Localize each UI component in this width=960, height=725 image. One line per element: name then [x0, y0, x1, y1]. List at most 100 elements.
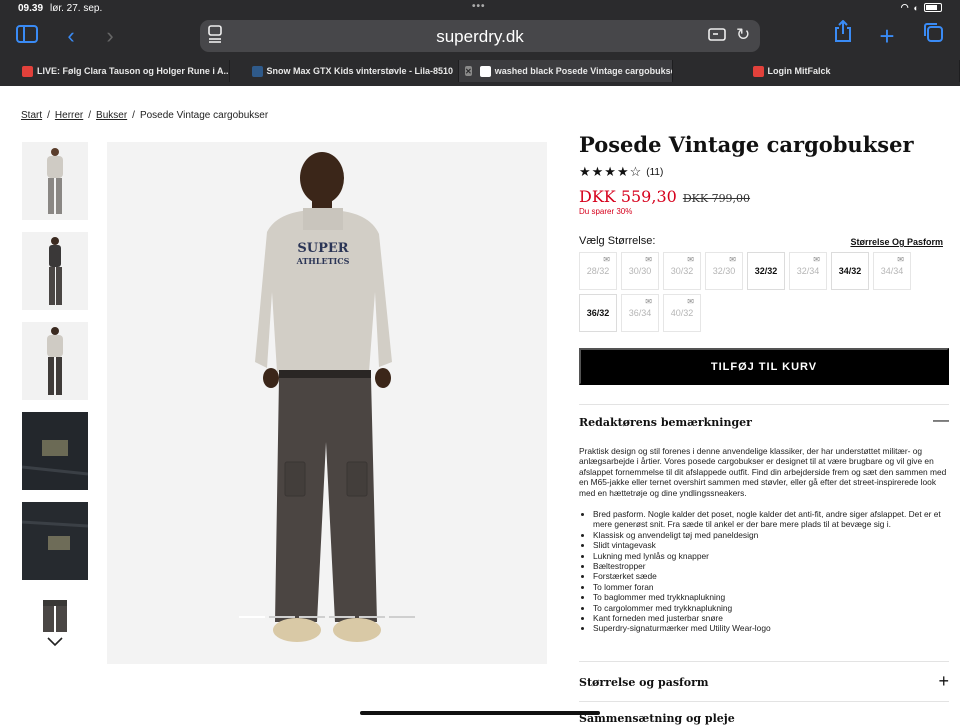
tabs-overview-icon[interactable] [918, 18, 948, 54]
size-option-label: 30/32 [671, 266, 694, 276]
tab-live-tennis[interactable]: LIVE: Følg Clara Tauson og Holger Rune i… [0, 60, 230, 82]
size-option[interactable]: 36/32 [579, 294, 617, 332]
expand-icon[interactable]: + [938, 671, 949, 692]
editor-notes-heading[interactable]: Redaktørens bemærkninger [579, 416, 752, 429]
product-main-image[interactable]: SUPER ATHLETICS [107, 142, 547, 664]
mail-icon: ✉ [645, 297, 652, 306]
size-option-label: 28/32 [587, 266, 610, 276]
size-option-label: 30/30 [629, 266, 652, 276]
feature-item: Bæltestropper [593, 561, 949, 571]
divider [579, 404, 949, 405]
reload-icon[interactable]: ↻ [736, 25, 750, 45]
size-guide-link[interactable]: Størrelse Og Pasform [850, 237, 943, 247]
size-option-label: 32/32 [755, 266, 778, 276]
size-option[interactable]: ✉ 36/34 [621, 294, 659, 332]
address-bar[interactable]: superdry.dk ↻ [200, 20, 760, 52]
add-to-cart-button[interactable]: TILFØJ TIL KURV [579, 348, 949, 385]
carousel-dot[interactable] [389, 616, 415, 618]
share-icon[interactable] [828, 18, 858, 54]
price-current: DKK 559,30 [579, 187, 677, 206]
tab-label: LIVE: Følg Clara Tauson og Holger Rune i… [37, 66, 230, 76]
product-thumbnail[interactable] [22, 142, 88, 220]
product-thumbnail[interactable] [22, 592, 88, 632]
back-icon[interactable]: ‹ [56, 18, 86, 54]
status-bar: 09.39 lør. 27. sep. ••• ◠ ◐ [0, 0, 960, 16]
size-option[interactable]: ✉ 40/32 [663, 294, 701, 332]
price: DKK 559,30 DKK 799,00 [579, 187, 750, 206]
carousel-dot[interactable] [359, 616, 385, 618]
next-section-heading[interactable]: Sammensætning og pleje [579, 712, 735, 725]
multitask-dots-icon[interactable]: ••• [472, 1, 486, 12]
product-thumbnail[interactable] [22, 322, 88, 400]
star-rating-icon: ★★★★☆ [579, 164, 642, 180]
tab-label: Snow Max GTX Kids vinterstøvle - Lila-85… [267, 66, 454, 76]
size-option[interactable]: ✉32/30 [705, 252, 743, 290]
product-page: Start/Herrer/Bukser/Posede Vintage cargo… [0, 86, 960, 720]
carousel-dot[interactable] [269, 616, 295, 618]
size-option[interactable]: ✉30/30 [621, 252, 659, 290]
carousel-dot[interactable] [329, 616, 355, 618]
product-description: Praktisk design og stil forenes i denne … [579, 446, 949, 498]
breadcrumb-link-bukser[interactable]: Bukser [96, 110, 127, 121]
browser-toolbar: ‹ › superdry.dk ↻ + [0, 18, 960, 58]
rating[interactable]: ★★★★☆ (11) [579, 164, 663, 180]
svg-text:ATHLETICS: ATHLETICS [296, 256, 350, 266]
carousel-dot[interactable] [239, 616, 265, 618]
size-option-label: 36/34 [629, 308, 652, 318]
svg-text:SUPER: SUPER [297, 241, 348, 256]
tab-falck[interactable]: Login MitFalck [673, 60, 960, 82]
size-option[interactable]: ✉32/34 [789, 252, 827, 290]
breadcrumb-link-herrer[interactable]: Herrer [55, 110, 83, 121]
product-thumbnail[interactable] [22, 232, 88, 310]
tab-superdry[interactable]: ✕ washed black Posede Vintage cargobukse… [459, 60, 673, 82]
review-count[interactable]: (11) [646, 167, 663, 178]
feature-item: Superdry-signaturmærker med Utility Wear… [593, 623, 949, 633]
breadcrumb: Start/Herrer/Bukser/Posede Vintage cargo… [21, 110, 268, 121]
tab-snow-max[interactable]: Snow Max GTX Kids vinterstøvle - Lila-85… [230, 60, 460, 82]
collapse-icon[interactable]: — [933, 412, 949, 430]
tab-favicon-icon [753, 66, 764, 77]
system-icons: ◠ ◐ [901, 2, 942, 13]
forward-icon[interactable]: › [95, 18, 125, 54]
size-label: Vælg Størrelse: [579, 235, 655, 247]
product-title: Posede Vintage cargobukser [579, 132, 914, 157]
new-tab-icon[interactable]: + [872, 18, 902, 54]
size-option[interactable]: ✉28/32 [579, 252, 617, 290]
mail-icon: ✉ [687, 297, 694, 306]
size-option[interactable]: ✉ 30/32 [663, 252, 701, 290]
size-option-label: 36/32 [587, 308, 610, 318]
size-option-label: 32/34 [797, 266, 820, 276]
wifi-icon: ◠ [901, 2, 909, 13]
status-date: lør. 27. sep. [50, 3, 102, 14]
feature-item: To baglommer med trykknaplukning [593, 592, 949, 602]
divider [579, 701, 949, 702]
status-time: 09.39 [18, 3, 43, 14]
price-original: DKK 799,00 [683, 192, 750, 205]
url-text[interactable]: superdry.dk [200, 27, 760, 47]
size-option-label: 40/32 [671, 308, 694, 318]
translate-icon[interactable] [708, 25, 726, 48]
size-option-label: 32/30 [713, 266, 736, 276]
product-thumbnail[interactable] [22, 412, 88, 490]
tab-strip: LIVE: Følg Clara Tauson og Holger Rune i… [0, 60, 960, 82]
moon-icon: ◐ [914, 3, 919, 13]
size-option-label: 34/34 [881, 266, 904, 276]
size-option[interactable]: 34/32 [831, 252, 869, 290]
feature-list: Bred pasform. Nogle kalder det poset, no… [593, 509, 949, 634]
divider [579, 661, 949, 662]
home-indicator[interactable] [360, 711, 600, 715]
sidebar-icon[interactable] [12, 18, 42, 54]
chevron-down-icon[interactable] [22, 634, 88, 652]
size-option[interactable]: ✉34/34 [873, 252, 911, 290]
size-option[interactable]: 32/32 [747, 252, 785, 290]
browser-chrome: 09.39 lør. 27. sep. ••• ◠ ◐ ‹ › superdry… [0, 0, 960, 86]
mail-icon: ✉ [687, 255, 694, 264]
breadcrumb-link-start[interactable]: Start [21, 110, 42, 121]
carousel-dot[interactable] [299, 616, 325, 618]
size-fit-heading[interactable]: Størrelse og pasform [579, 676, 709, 689]
product-thumbnail[interactable] [22, 502, 88, 580]
tab-close-icon[interactable]: ✕ [465, 66, 472, 76]
tab-favicon-icon [22, 66, 33, 77]
image-carousel-indicator [239, 616, 415, 618]
breadcrumb-separator: / [132, 110, 135, 121]
